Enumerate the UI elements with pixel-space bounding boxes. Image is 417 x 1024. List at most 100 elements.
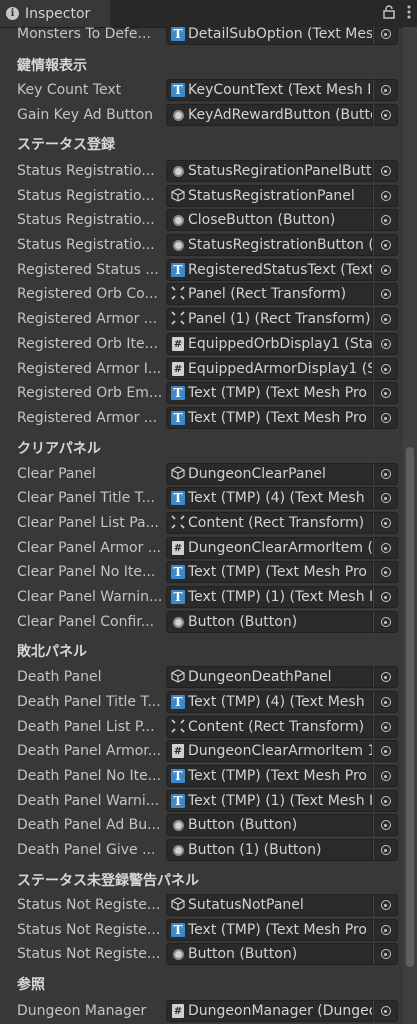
object-picker-button[interactable] [373, 27, 398, 45]
object-picker-button[interactable] [373, 919, 398, 941]
button-component-icon [172, 616, 184, 628]
object-picker-button[interactable] [373, 382, 398, 404]
object-picker-button[interactable] [373, 839, 398, 861]
property-label: Registered Orb Co... [17, 286, 158, 302]
scrollbar-thumb[interactable] [406, 447, 414, 967]
object-reference-field[interactable]: Button (Button) [166, 814, 373, 836]
object-reference-field[interactable]: T DetailSubOption (Text Mes [166, 27, 373, 45]
object-picker-button[interactable] [373, 512, 398, 534]
object-picker-button[interactable] [373, 234, 398, 256]
property-label: Clear Panel List Pa... [17, 515, 159, 531]
object-reference-field[interactable]: # DungeonClearArmorItem 1 [166, 740, 373, 762]
object-picker-button[interactable] [373, 79, 398, 101]
object-picker-button[interactable] [373, 666, 398, 688]
object-picker-button[interactable] [373, 537, 398, 559]
object-picker-button[interactable] [373, 1000, 398, 1022]
object-picker-button[interactable] [373, 943, 398, 965]
object-picker-button[interactable] [373, 407, 398, 429]
object-picker-button[interactable] [373, 894, 398, 916]
object-reference-field[interactable]: Panel (1) (Rect Transform) [166, 308, 373, 330]
object-reference-field[interactable]: T Text (TMP) (Text Mesh Pro [166, 407, 373, 429]
object-picker-button[interactable] [373, 185, 398, 207]
object-picker-button[interactable] [373, 104, 398, 126]
object-picker-button[interactable] [373, 561, 398, 583]
object-reference-field[interactable]: CloseButton (Button) [166, 209, 373, 231]
object-reference-value: SutatusNotPanel [188, 897, 304, 913]
object-reference-field[interactable]: StatusRegirationPanelButto [166, 160, 373, 182]
object-picker-button[interactable] [373, 308, 398, 330]
object-reference-value: KeyCountText (Text Mesh I [188, 82, 372, 98]
object-reference-field[interactable]: T Text (TMP) (4) (Text Mesh [166, 487, 373, 509]
object-picker-button[interactable] [373, 259, 398, 281]
object-picker-button[interactable] [373, 611, 398, 633]
object-picker-button[interactable] [373, 333, 398, 355]
object-reference-field[interactable]: Button (Button) [166, 611, 373, 633]
object-reference-field[interactable]: T Text (TMP) (Text Mesh Pro [166, 561, 373, 583]
object-reference-field[interactable]: KeyAdRewardButton (Butto [166, 104, 373, 126]
field-type-icon [171, 947, 185, 961]
object-reference-field[interactable]: T Text (TMP) (1) (Text Mesh I [166, 586, 373, 608]
object-reference-value: Button (Button) [188, 946, 298, 962]
object-picker-button[interactable] [373, 790, 398, 812]
field-type-icon: # [171, 541, 185, 555]
property-row: Registered Orb Em... T Text (TMP) (Text Me… [0, 382, 403, 406]
property-row: Clear Panel Confir... Button (Button) [0, 611, 403, 635]
object-reference-field[interactable]: # EquippedOrbDisplay1 (Stat [166, 333, 373, 355]
object-picker-icon [380, 1006, 391, 1016]
object-reference-value: Text (TMP) (Text Mesh Pro [188, 768, 367, 784]
object-reference-field[interactable]: Content (Rect Transform) [166, 512, 373, 534]
object-reference-field[interactable]: T Text (TMP) (4) (Text Mesh [166, 691, 373, 713]
object-reference-field[interactable]: DungeonClearPanel [166, 463, 373, 485]
object-picker-button[interactable] [373, 814, 398, 836]
property-label: Clear Panel Confir... [17, 614, 155, 630]
object-picker-button[interactable] [373, 691, 398, 713]
inspector-tab[interactable]: i Inspector [0, 0, 110, 27]
object-reference-field[interactable]: T RegisteredStatusText (Text [166, 259, 373, 281]
object-reference-field[interactable]: T Text (TMP) (Text Mesh Pro [166, 765, 373, 787]
property-label: Death Panel Armor... [17, 743, 162, 759]
vertical-scrollbar[interactable] [403, 27, 417, 1024]
object-picker-button[interactable] [373, 160, 398, 182]
property-row: Clear Panel Title T... T Text (TMP) (4) (T… [0, 487, 403, 511]
object-reference-field[interactable]: # DungeonManager (Dungeo [166, 1000, 373, 1022]
textmeshpro-icon: T [171, 769, 185, 783]
lock-icon[interactable] [383, 5, 395, 23]
object-picker-icon [380, 240, 391, 250]
object-reference-value: Button (1) (Button) [188, 842, 322, 858]
object-reference-field[interactable]: T KeyCountText (Text Mesh I [166, 79, 373, 101]
object-picker-button[interactable] [373, 358, 398, 380]
textmeshpro-icon: T [171, 386, 185, 400]
object-picker-icon [380, 722, 391, 732]
section-header: 参照 [17, 977, 45, 993]
object-picker-button[interactable] [373, 740, 398, 762]
object-reference-field[interactable]: # DungeonClearArmorItem (D [166, 537, 373, 559]
object-reference-field[interactable]: T Text (TMP) (1) (Text Mesh I [166, 790, 373, 812]
object-reference-field[interactable]: SutatusNotPanel [166, 894, 373, 916]
object-reference-field[interactable]: StatusRegistrationPanel [166, 185, 373, 207]
object-picker-button[interactable] [373, 463, 398, 485]
object-reference-field[interactable]: Button (1) (Button) [166, 839, 373, 861]
field-type-icon [171, 615, 185, 629]
field-type-icon: T [171, 411, 185, 425]
object-reference-field[interactable]: T Text (TMP) (Text Mesh Pro [166, 919, 373, 941]
property-label: Status Not Registe... [17, 922, 161, 938]
rect-transform-icon [171, 310, 185, 329]
object-picker-button[interactable] [373, 765, 398, 787]
object-reference-field[interactable]: Content (Rect Transform) [166, 716, 373, 738]
object-reference-field[interactable]: # EquippedArmorDisplay1 (St [166, 358, 373, 380]
script-icon: # [172, 744, 184, 758]
object-reference-field[interactable]: Button (Button) [166, 943, 373, 965]
object-reference-value: DetailSubOption (Text Mes [188, 27, 372, 42]
object-picker-button[interactable] [373, 209, 398, 231]
object-reference-field[interactable]: T Text (TMP) (Text Mesh Pro [166, 382, 373, 404]
property-row: Death Panel List P... Content (Rect Trans… [0, 716, 403, 740]
object-picker-icon [380, 518, 391, 528]
object-reference-field[interactable]: StatusRegistrationButton (E [166, 234, 373, 256]
kebab-menu-icon[interactable] [407, 5, 411, 23]
object-picker-button[interactable] [373, 283, 398, 305]
object-picker-button[interactable] [373, 586, 398, 608]
object-picker-button[interactable] [373, 716, 398, 738]
object-reference-field[interactable]: Panel (Rect Transform) [166, 283, 373, 305]
object-picker-button[interactable] [373, 487, 398, 509]
object-reference-field[interactable]: DungeonDeathPanel [166, 666, 373, 688]
